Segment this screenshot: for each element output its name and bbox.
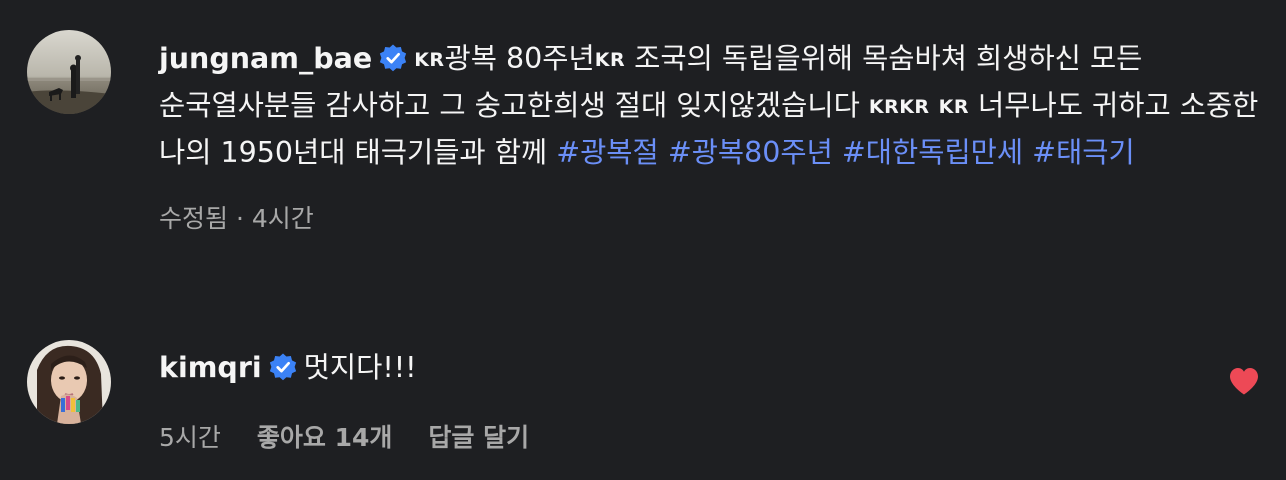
flag-kr: KR — [414, 49, 445, 71]
avatar-photo — [27, 340, 111, 424]
flag-kr: KRKR — [868, 96, 930, 118]
comment-message: 멋지다!!! — [303, 351, 417, 384]
verified-badge-icon — [269, 353, 296, 381]
comment-meta: 5시간 좋아요 14개 답글 달기 — [159, 418, 1159, 454]
author-avatar[interactable] — [27, 30, 111, 114]
post-meta: 수정됨 · 4시간 — [159, 204, 314, 233]
comment-text: kimqri 멋지다!!! — [159, 348, 1159, 388]
comment-body: kimqri 멋지다!!! 5시간 좋아요 14개 답글 달기 — [159, 348, 1159, 454]
heart-filled-icon[interactable] — [1228, 366, 1260, 396]
author-username[interactable]: jungnam_bae — [159, 42, 372, 75]
flag-kr: KR — [594, 49, 626, 71]
hashtag-link[interactable]: #대한독립만세 — [842, 136, 1023, 169]
post-caption: jungnam_bae KR광복 80주년KR 조국의 독립을위해 목숨바쳐 희… — [159, 36, 1264, 175]
commenter-username[interactable]: kimqri — [159, 351, 262, 384]
comment-likes-button[interactable]: 좋아요 14개 — [257, 418, 393, 454]
caption-text-1: 광복 80주년 — [444, 42, 595, 75]
avatar-photo — [27, 30, 111, 114]
reply-button[interactable]: 답글 달기 — [428, 418, 529, 454]
post-body: jungnam_bae KR광복 80주년KR 조국의 독립을위해 목숨바쳐 희… — [159, 36, 1264, 235]
verified-badge-icon — [380, 44, 407, 72]
hashtag-link[interactable]: #광복절 — [556, 136, 659, 169]
hashtag-link[interactable]: #광복80주년 — [668, 136, 833, 169]
flag-kr: KR — [938, 96, 969, 118]
comment-time: 5시간 — [159, 423, 221, 452]
hashtag-link[interactable]: #태극기 — [1032, 136, 1135, 169]
commenter-avatar[interactable] — [27, 340, 111, 424]
